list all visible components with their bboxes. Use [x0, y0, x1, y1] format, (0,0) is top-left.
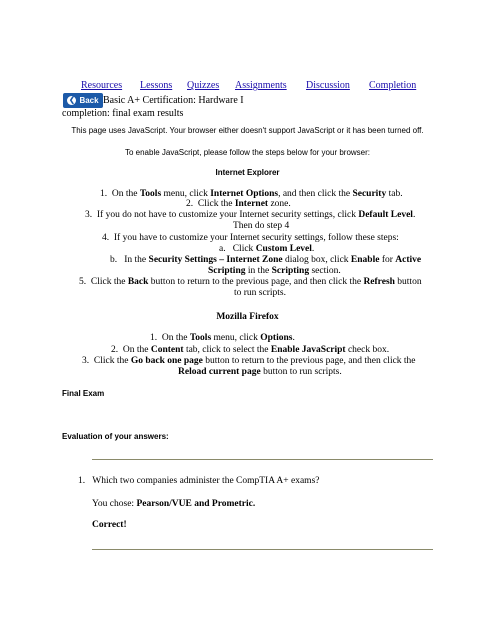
ie-step-4b-cont: Scripting in the Scripting section. — [208, 266, 341, 276]
ie-step-2: 2. Click the Internet zone. — [186, 199, 291, 209]
question-1-result: Correct! — [92, 520, 127, 530]
ie-step-5: 5. Click the Back button to return to th… — [79, 277, 422, 287]
nav-lessons[interactable]: Lessons — [140, 80, 172, 91]
ff-step-2: 2. On the Content tab, click to select t… — [111, 345, 390, 355]
ie-step-3-cont: Then do step 4 — [233, 221, 290, 231]
back-label: Back — [79, 96, 99, 105]
divider-bottom — [92, 549, 433, 550]
ie-step-4a: a. Click Custom Level. — [219, 244, 315, 254]
ie-step-4: 4. If you have to customize your Interne… — [102, 233, 399, 243]
final-exam-label: Final Exam — [62, 389, 105, 398]
ff-step-3-cont: Reload current page button to run script… — [178, 367, 342, 377]
ie-heading: Internet Explorer — [215, 168, 280, 177]
evaluation-label: Evaluation of your answers: — [62, 432, 169, 441]
nav-assignments[interactable]: Assignments — [235, 80, 287, 91]
ie-step-3: 3. If you do not have to customize your … — [85, 210, 416, 220]
page-title: completion: final exam results — [62, 108, 184, 119]
back-arrow-icon: ❮ — [67, 96, 77, 105]
ie-step-4b: b. In the Security Settings – Internet Z… — [110, 255, 422, 265]
nav-resources[interactable]: Resources — [81, 80, 122, 91]
ie-step-1: 1. On the Tools menu, click Internet Opt… — [100, 189, 403, 199]
nav-quizzes[interactable]: Quizzes — [187, 80, 219, 91]
js-notice: This page uses JavaScript. Your browser … — [71, 126, 424, 135]
ff-heading: Mozilla Firefox — [216, 312, 279, 322]
js-enable-instructions: To enable JavaScript, please follow the … — [124, 148, 370, 157]
ff-step-3: 3. Click the Go back one page button to … — [82, 356, 416, 366]
nav-discussion[interactable]: Discussion — [306, 80, 350, 91]
ie-step-5-cont: to run scripts. — [234, 288, 286, 298]
course-title: Basic A+ Certification: Hardware I — [103, 95, 244, 106]
question-1: 1. Which two companies administer the Co… — [78, 476, 320, 486]
nav-completion[interactable]: Completion — [369, 80, 416, 91]
back-button[interactable]: ❮ Back — [63, 93, 103, 108]
ff-step-1: 1. On the Tools menu, click Options. — [150, 333, 295, 343]
divider-top — [92, 459, 433, 460]
course-nav: Resources Lessons Quizzes Assignments Di… — [0, 80, 495, 94]
question-1-answer: You chose: Pearson/VUE and Prometric. — [92, 499, 256, 509]
